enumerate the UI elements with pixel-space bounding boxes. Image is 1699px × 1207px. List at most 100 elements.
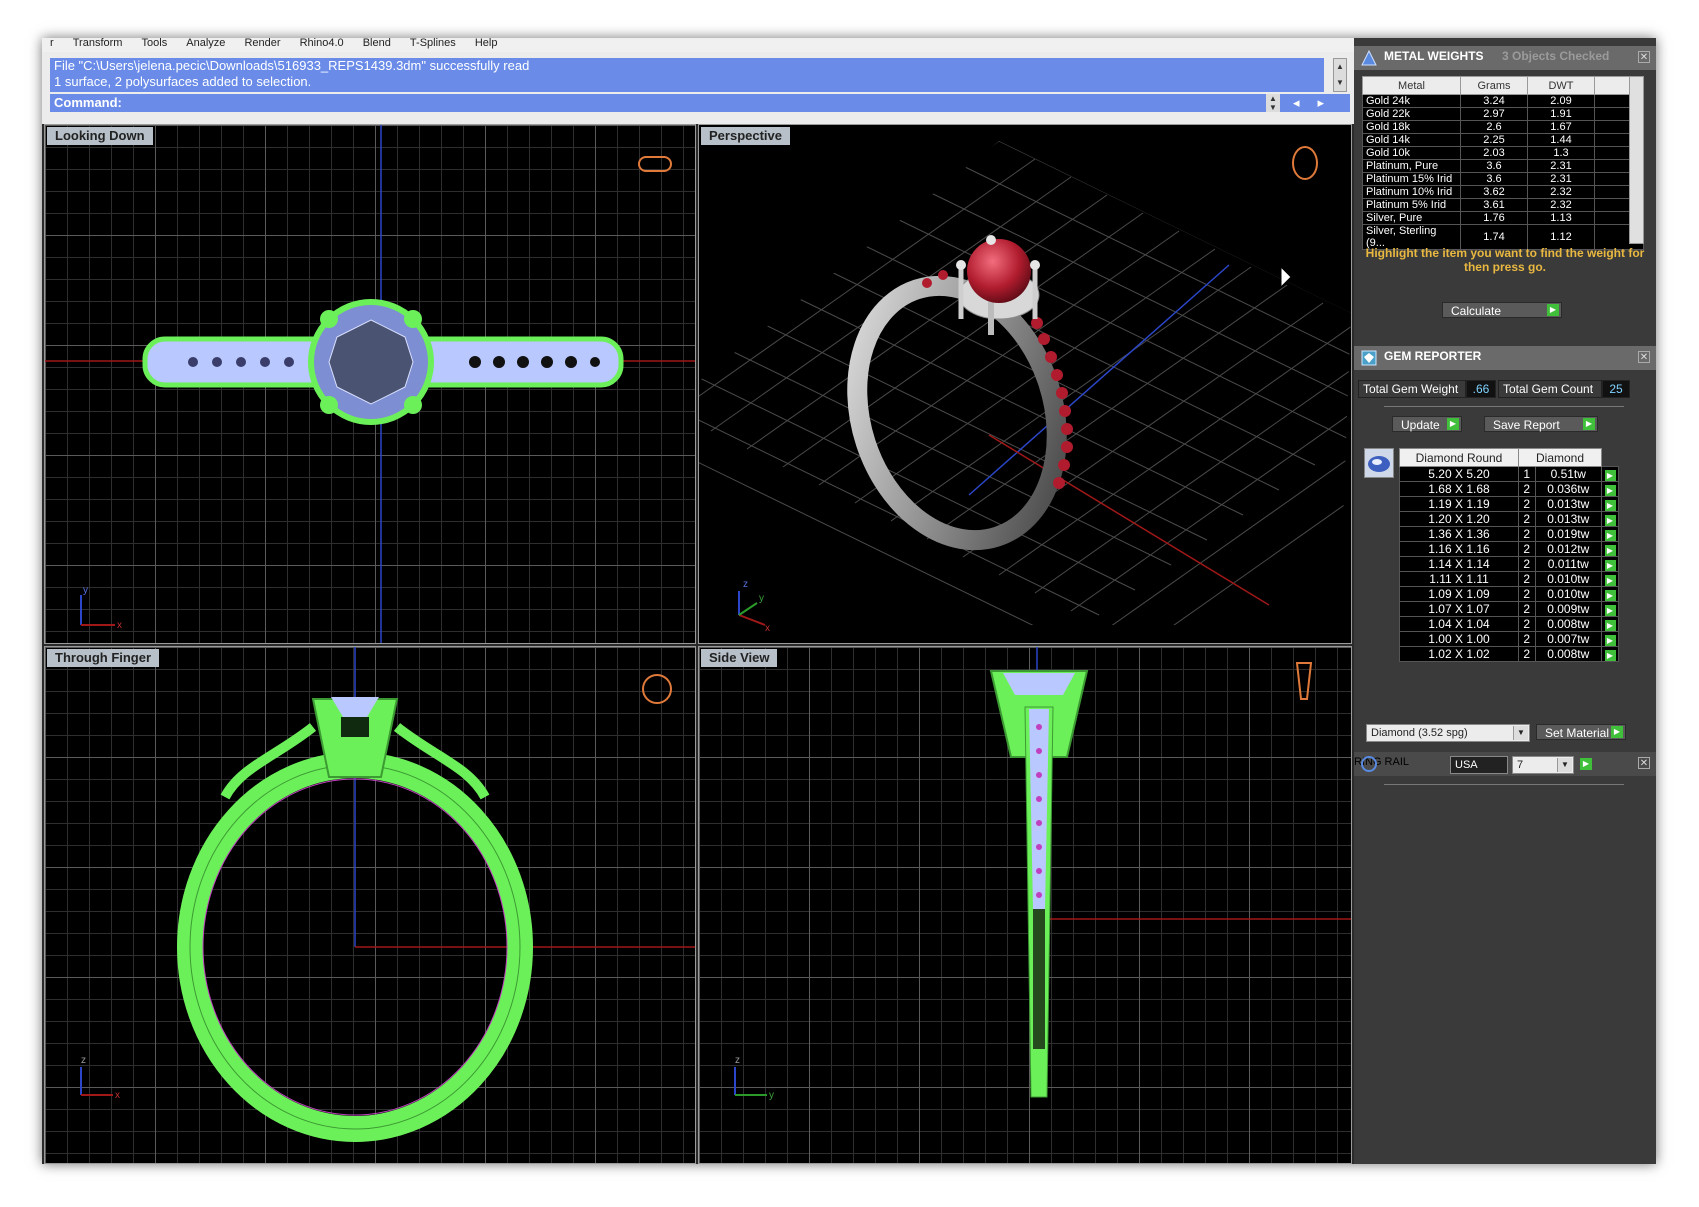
- gem-weight[interactable]: 0.013tw: [1534, 496, 1603, 512]
- gem-size[interactable]: 1.04 X 1.04: [1399, 616, 1519, 632]
- go-arrow-icon[interactable]: ▶: [1604, 650, 1616, 661]
- gem-weight[interactable]: 0.009tw: [1534, 601, 1603, 617]
- gem-go-cell[interactable]: ▶: [1601, 511, 1619, 527]
- gem-row[interactable]: 1.00 X 1.00 2 0.007tw ▶: [1399, 631, 1619, 647]
- metal-dwt[interactable]: 1.44: [1527, 133, 1595, 147]
- close-icon[interactable]: ✕: [1638, 51, 1650, 63]
- col-diamond[interactable]: Diamond: [1517, 448, 1603, 467]
- metal-grams[interactable]: 3.61: [1460, 198, 1528, 212]
- ring-size-select[interactable]: 7 ▼: [1512, 756, 1574, 774]
- diamond-round-thumbnail[interactable]: [1364, 448, 1394, 478]
- metal-grams[interactable]: 3.6: [1460, 159, 1528, 173]
- go-arrow-icon[interactable]: ▶: [1604, 620, 1616, 631]
- gem-weight[interactable]: 0.008tw: [1534, 646, 1603, 662]
- gem-row[interactable]: 1.16 X 1.16 2 0.012tw ▶: [1399, 541, 1619, 557]
- metal-weights-scrollbar[interactable]: [1629, 76, 1644, 244]
- viewport-perspective[interactable]: Perspective z y x: [698, 124, 1352, 644]
- gem-size[interactable]: 1.07 X 1.07: [1399, 601, 1519, 617]
- gem-row[interactable]: 1.20 X 1.20 2 0.013tw ▶: [1399, 511, 1619, 527]
- go-arrow-icon[interactable]: ▶: [1583, 418, 1595, 430]
- gem-weight[interactable]: 0.011tw: [1534, 556, 1603, 572]
- gem-count[interactable]: 2: [1518, 616, 1536, 632]
- gem-weight[interactable]: 0.010tw: [1534, 586, 1603, 602]
- metal-grams[interactable]: 2.6: [1460, 120, 1528, 134]
- gem-count[interactable]: 2: [1518, 541, 1536, 557]
- gem-count[interactable]: 1: [1518, 466, 1536, 482]
- viewport-label[interactable]: Perspective: [701, 127, 790, 145]
- go-arrow-icon[interactable]: ▶: [1604, 605, 1616, 616]
- gem-row[interactable]: 1.68 X 1.68 2 0.036tw ▶: [1399, 481, 1619, 497]
- metal-grams[interactable]: 2.97: [1460, 107, 1528, 121]
- gem-count[interactable]: 2: [1518, 556, 1536, 572]
- metal-dwt[interactable]: 1.3: [1527, 146, 1595, 160]
- metal-row[interactable]: Platinum 10% Irid 3.62 2.32: [1362, 185, 1644, 199]
- gem-go-cell[interactable]: ▶: [1601, 586, 1619, 602]
- metal-row[interactable]: Gold 10k 2.03 1.3: [1362, 146, 1644, 160]
- gem-size[interactable]: 5.20 X 5.20: [1399, 466, 1519, 482]
- chevron-down-icon[interactable]: ▼: [1513, 726, 1528, 740]
- go-arrow-icon[interactable]: ▶: [1547, 304, 1559, 316]
- gem-size[interactable]: 1.36 X 1.36: [1399, 526, 1519, 542]
- gem-go-cell[interactable]: ▶: [1601, 496, 1619, 512]
- menu-rhino4[interactable]: Rhino4.0: [300, 38, 344, 49]
- go-arrow-icon[interactable]: ▶: [1604, 545, 1616, 556]
- viewport-label[interactable]: Side View: [701, 649, 778, 667]
- gem-go-cell[interactable]: ▶: [1601, 556, 1619, 572]
- chevron-down-icon[interactable]: ▼: [1557, 758, 1572, 772]
- save-report-button[interactable]: Save Report ▶: [1484, 416, 1598, 432]
- gem-go-cell[interactable]: ▶: [1601, 601, 1619, 617]
- gem-count[interactable]: 2: [1518, 526, 1536, 542]
- go-arrow-icon[interactable]: ▶: [1604, 470, 1616, 481]
- metal-dwt[interactable]: 2.32: [1527, 185, 1595, 199]
- metal-name[interactable]: Gold 24k: [1362, 94, 1461, 108]
- gem-weight[interactable]: 0.007tw: [1534, 631, 1603, 647]
- gem-go-cell[interactable]: ▶: [1601, 631, 1619, 647]
- go-arrow-icon[interactable]: ▶: [1604, 590, 1616, 601]
- metal-row[interactable]: Platinum 5% Irid 3.61 2.32: [1362, 198, 1644, 212]
- go-arrow-icon[interactable]: ▶: [1604, 575, 1616, 586]
- gem-row[interactable]: 1.02 X 1.02 2 0.008tw ▶: [1399, 646, 1619, 662]
- metal-dwt[interactable]: 2.09: [1527, 94, 1595, 108]
- metal-dwt[interactable]: 1.67: [1527, 120, 1595, 134]
- metal-name[interactable]: Silver, Pure: [1362, 211, 1461, 225]
- metal-row[interactable]: Gold 18k 2.6 1.67: [1362, 120, 1644, 134]
- gem-size[interactable]: 1.19 X 1.19: [1399, 496, 1519, 512]
- set-material-button[interactable]: Set Material ▶: [1536, 724, 1626, 740]
- go-arrow-icon[interactable]: ▶: [1604, 485, 1616, 496]
- gem-size[interactable]: 1.16 X 1.16: [1399, 541, 1519, 557]
- gem-go-cell[interactable]: ▶: [1601, 526, 1619, 542]
- metal-row[interactable]: Gold 22k 2.97 1.91: [1362, 107, 1644, 121]
- gem-row[interactable]: 5.20 X 5.20 1 0.51tw ▶: [1399, 466, 1619, 482]
- history-scrollbar[interactable]: ▲ ▼: [1333, 58, 1347, 92]
- update-button[interactable]: Update ▶: [1392, 416, 1462, 432]
- menu-tsplines[interactable]: T-Splines: [410, 38, 456, 49]
- metal-name[interactable]: Platinum 15% Irid: [1362, 172, 1461, 186]
- menu-tools[interactable]: Tools: [142, 38, 168, 49]
- gem-size[interactable]: 1.02 X 1.02: [1399, 646, 1519, 662]
- gem-count[interactable]: 2: [1518, 631, 1536, 647]
- metal-dwt[interactable]: 2.31: [1527, 159, 1595, 173]
- metal-name[interactable]: Platinum 5% Irid: [1362, 198, 1461, 212]
- menu-render[interactable]: Render: [244, 38, 280, 49]
- col-metal[interactable]: Metal: [1362, 76, 1461, 95]
- calculate-button[interactable]: Calculate ▶: [1442, 302, 1562, 318]
- gem-weight[interactable]: 0.008tw: [1534, 616, 1603, 632]
- gem-weight[interactable]: 0.010tw: [1534, 571, 1603, 587]
- go-arrow-icon[interactable]: ▶: [1604, 500, 1616, 511]
- col-diamond-round[interactable]: Diamond Round: [1399, 448, 1519, 467]
- gem-go-cell[interactable]: ▶: [1601, 541, 1619, 557]
- gem-row[interactable]: 1.36 X 1.36 2 0.019tw ▶: [1399, 526, 1619, 542]
- gem-count[interactable]: 2: [1518, 571, 1536, 587]
- close-icon[interactable]: ✕: [1638, 351, 1650, 363]
- ring-size-region[interactable]: USA: [1450, 756, 1508, 774]
- gem-row[interactable]: 1.04 X 1.04 2 0.008tw ▶: [1399, 616, 1619, 632]
- metal-name[interactable]: Gold 22k: [1362, 107, 1461, 121]
- gem-size[interactable]: 1.09 X 1.09: [1399, 586, 1519, 602]
- viewport-side-view[interactable]: Side View z y: [698, 646, 1352, 1164]
- metal-grams[interactable]: 3.62: [1460, 185, 1528, 199]
- go-arrow-icon[interactable]: ▶: [1604, 635, 1616, 646]
- command-input[interactable]: Command: ▲ ▼ ◂▸: [50, 94, 1350, 112]
- metal-grams[interactable]: 3.24: [1460, 94, 1528, 108]
- command-spin-icon[interactable]: ▲ ▼: [1266, 94, 1280, 112]
- menu-analyze[interactable]: Analyze: [186, 38, 225, 49]
